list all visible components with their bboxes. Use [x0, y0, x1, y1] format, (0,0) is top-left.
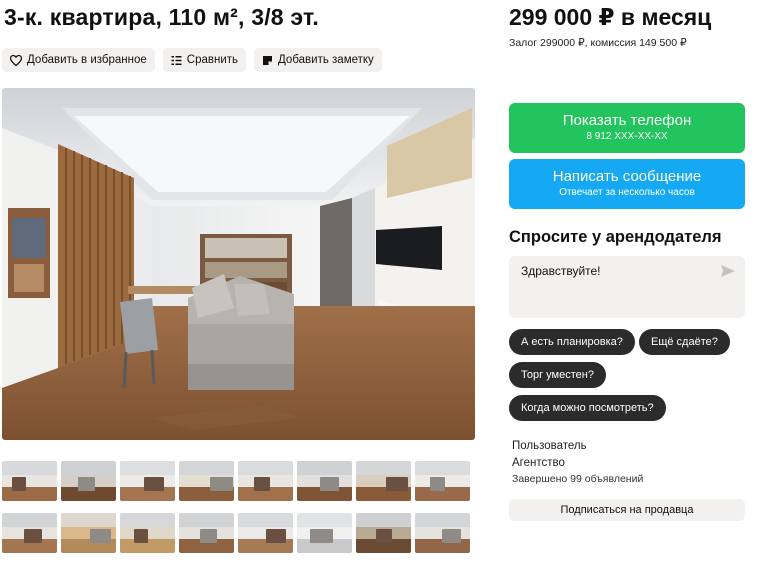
photo-thumbnail[interactable]: [179, 513, 234, 553]
photo-thumbnail[interactable]: [297, 513, 352, 553]
photo-thumbnail[interactable]: [415, 461, 470, 501]
phone-masked: 8 912 XXX-XX-XX: [586, 131, 668, 142]
write-message-label: Написать сообщение: [552, 168, 702, 185]
seller-completed-count: Завершено 99 объявлений: [512, 473, 644, 485]
photo-thumbnail[interactable]: [61, 461, 116, 501]
ask-landlord-title: Спросите у арендодателя: [509, 228, 722, 246]
photo-thumbnail[interactable]: [179, 461, 234, 501]
compare-icon: [171, 55, 182, 65]
add-note-button[interactable]: Добавить заметку: [254, 48, 382, 72]
add-favorite-button[interactable]: Добавить в избранное: [2, 48, 155, 72]
photo-thumbnail[interactable]: [120, 461, 175, 501]
compare-label: Сравнить: [186, 54, 239, 66]
photo-thumbnail[interactable]: [238, 513, 293, 553]
show-phone-button[interactable]: Показать телефон 8 912 XXX-XX-XX: [509, 103, 745, 153]
add-note-label: Добавить заметку: [278, 54, 374, 66]
quick-question-chip[interactable]: Когда можно посмотреть?: [509, 395, 666, 421]
photo-thumbnail[interactable]: [2, 461, 57, 501]
photo-thumbnail[interactable]: [356, 513, 411, 553]
show-phone-label: Показать телефон: [562, 112, 692, 129]
quick-question-chip[interactable]: А есть планировка?: [509, 329, 635, 355]
write-message-button[interactable]: Написать сообщение Отвечает за несколько…: [509, 159, 745, 209]
photo-thumbnails: [2, 461, 472, 553]
price: 299 000 ₽ в месяц: [509, 4, 712, 30]
photo-thumbnail[interactable]: [297, 461, 352, 501]
listing-title: 3-к. квартира, 110 м², 3/8 эт.: [4, 4, 319, 30]
main-photo[interactable]: [2, 88, 475, 440]
photo-thumbnail[interactable]: [356, 461, 411, 501]
heart-icon: [10, 54, 22, 66]
response-time: Отвечает за несколько часов: [559, 187, 695, 198]
deposit-commission: Залог 299000 ₽, комиссия 149 500 ₽: [509, 37, 687, 49]
send-icon[interactable]: [721, 265, 735, 277]
photo-thumbnail[interactable]: [238, 461, 293, 501]
seller-name[interactable]: Пользователь: [512, 440, 587, 452]
compare-button[interactable]: Сравнить: [162, 48, 247, 72]
message-text: Здравствуйте!: [521, 264, 601, 278]
photo-thumbnail[interactable]: [61, 513, 116, 553]
listing-actions: Добавить в избранное Сравнить Добавить з…: [2, 48, 382, 72]
seller-type: Агентство: [512, 457, 565, 469]
quick-question-chip[interactable]: Ещё сдаёте?: [639, 329, 730, 355]
photo-thumbnail[interactable]: [120, 513, 175, 553]
note-icon: [263, 55, 273, 65]
photo-thumbnail[interactable]: [415, 513, 470, 553]
photo-thumbnail[interactable]: [2, 513, 57, 553]
add-favorite-label: Добавить в избранное: [27, 54, 147, 66]
quick-question-chip[interactable]: Торг уместен?: [509, 362, 606, 388]
message-input[interactable]: Здравствуйте!: [509, 256, 745, 318]
subscribe-seller-button[interactable]: Подписаться на продавца: [509, 499, 745, 521]
